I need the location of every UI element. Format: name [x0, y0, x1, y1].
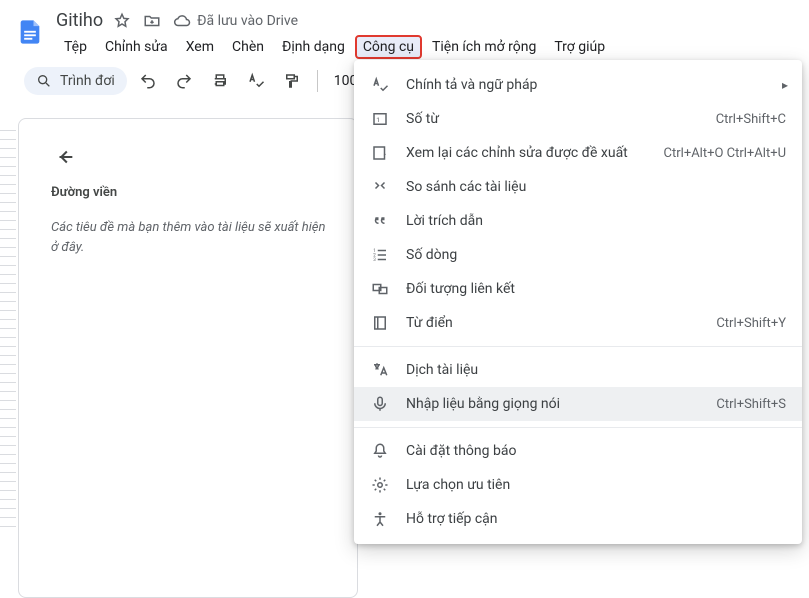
dd-linked-objects[interactable]: Đối tượng liên kết	[354, 272, 802, 306]
outline-panel: Đường viền Các tiêu đề mà bạn thêm vào t…	[18, 118, 358, 598]
dd-label: Đối tượng liên kết	[406, 281, 786, 297]
dd-review-suggestions[interactable]: Xem lại các chỉnh sửa được đề xuất Ctrl+…	[354, 136, 802, 170]
undo-button[interactable]	[133, 67, 163, 95]
menu-tools[interactable]: Công cụ	[355, 35, 422, 59]
book-icon	[370, 313, 390, 333]
menu-search[interactable]: Trình đơi	[24, 67, 127, 95]
dd-label: Từ điển	[406, 315, 700, 331]
dd-label: Lựa chọn ưu tiên	[406, 477, 786, 493]
dd-compare[interactable]: So sánh các tài liệu	[354, 170, 802, 204]
print-button[interactable]	[205, 67, 235, 95]
dd-label: So sánh các tài liệu	[406, 179, 786, 195]
dd-wordcount[interactable]: 1 Số từ Ctrl+Shift+C	[354, 102, 802, 136]
vertical-ruler	[0, 130, 16, 528]
dd-label: Hỗ trợ tiếp cận	[406, 511, 786, 527]
svg-text:1: 1	[376, 116, 380, 124]
gear-icon	[370, 475, 390, 495]
menu-search-label: Trình đơi	[60, 73, 115, 89]
dd-label: Số dòng	[406, 247, 786, 263]
paint-format-button[interactable]	[277, 67, 307, 95]
header: Gitiho Đã lưu vào Drive Tệp Chỉnh sửa Xe…	[0, 0, 809, 59]
wordcount-icon: 1	[370, 109, 390, 129]
tools-dropdown: Chính tả và ngữ pháp ▸ 1 Số từ Ctrl+Shif…	[354, 60, 802, 544]
dd-shortcut: Ctrl+Shift+S	[716, 397, 786, 412]
link-icon	[370, 279, 390, 299]
separator	[317, 70, 318, 92]
svg-text:3: 3	[373, 257, 376, 263]
dd-label: Lời trích dẫn	[406, 213, 786, 229]
outline-empty-text: Các tiêu đề mà bạn thêm vào tài liệu sẽ …	[51, 218, 331, 257]
outline-title: Đường viền	[51, 185, 331, 200]
compare-icon	[370, 177, 390, 197]
drive-status-text: Đã lưu vào Drive	[197, 13, 298, 29]
document-title[interactable]: Gitiho	[56, 10, 103, 31]
dd-label: Nhập liệu bằng giọng nói	[406, 396, 700, 412]
spellcheck-button[interactable]	[241, 67, 271, 95]
dd-linecount[interactable]: 123 Số dòng	[354, 238, 802, 272]
dd-shortcut: Ctrl+Shift+C	[716, 112, 786, 127]
menu-bar: Tệp Chỉnh sửa Xem Chèn Định dạng Công cụ…	[56, 35, 613, 59]
menu-file[interactable]: Tệp	[56, 35, 95, 59]
dd-shortcut: Ctrl+Shift+Y	[716, 316, 786, 331]
chevron-right-icon: ▸	[782, 78, 788, 92]
separator	[354, 427, 802, 428]
separator	[354, 346, 802, 347]
menu-help[interactable]: Trợ giúp	[546, 35, 613, 59]
dd-label: Xem lại các chỉnh sửa được đề xuất	[406, 145, 648, 161]
dd-label: Số từ	[406, 111, 700, 127]
bell-icon	[370, 441, 390, 461]
dd-dictionary[interactable]: Từ điển Ctrl+Shift+Y	[354, 306, 802, 340]
accessibility-icon	[370, 509, 390, 529]
spellcheck-icon	[370, 75, 390, 95]
dd-preferences[interactable]: Lựa chọn ưu tiên	[354, 468, 802, 502]
quote-icon	[370, 211, 390, 231]
outline-back-button[interactable]	[51, 143, 79, 171]
move-icon[interactable]	[143, 12, 161, 30]
dd-label: Chính tả và ngữ pháp	[406, 77, 786, 93]
redo-button[interactable]	[169, 67, 199, 95]
dd-shortcut: Ctrl+Alt+O Ctrl+Alt+U	[664, 146, 786, 161]
dd-label: Dịch tài liệu	[406, 362, 786, 378]
dd-citations[interactable]: Lời trích dẫn	[354, 204, 802, 238]
dd-voice-typing[interactable]: Nhập liệu bằng giọng nói Ctrl+Shift+S	[354, 387, 802, 421]
menu-format[interactable]: Định dạng	[274, 35, 353, 59]
dd-spelling[interactable]: Chính tả và ngữ pháp ▸	[354, 68, 802, 102]
dd-accessibility[interactable]: Hỗ trợ tiếp cận	[354, 502, 802, 536]
translate-icon	[370, 360, 390, 380]
menu-edit[interactable]: Chỉnh sửa	[97, 35, 176, 59]
menu-view[interactable]: Xem	[178, 35, 222, 59]
docs-logo-icon[interactable]	[12, 12, 48, 52]
mic-icon	[370, 394, 390, 414]
cloud-icon	[173, 12, 191, 30]
dd-translate[interactable]: Dịch tài liệu	[354, 353, 802, 387]
search-icon	[36, 73, 52, 89]
menu-insert[interactable]: Chèn	[224, 35, 272, 59]
menu-extensions[interactable]: Tiện ích mở rộng	[424, 35, 544, 59]
dd-notifications[interactable]: Cài đặt thông báo	[354, 434, 802, 468]
star-icon[interactable]	[113, 12, 131, 30]
review-icon	[370, 143, 390, 163]
list-numbered-icon: 123	[370, 245, 390, 265]
dd-label: Cài đặt thông báo	[406, 443, 786, 459]
